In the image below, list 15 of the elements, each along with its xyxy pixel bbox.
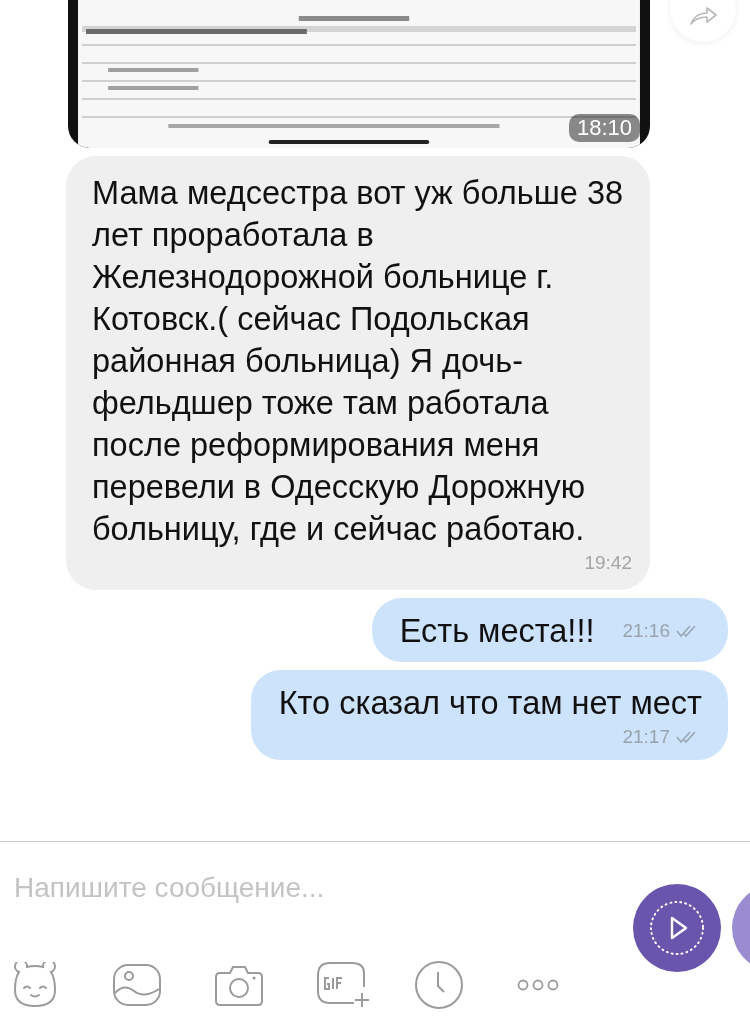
message-time: 21:17: [622, 725, 670, 749]
message-text: Кто сказал что там нет мест: [278, 684, 702, 723]
message-input[interactable]: Напишите сообщение...: [14, 868, 574, 908]
message-time: 18:10: [568, 114, 640, 142]
clock-icon[interactable]: [414, 960, 464, 1010]
camera-icon[interactable]: [214, 963, 264, 1007]
message-time: 19:42: [584, 551, 632, 575]
share-icon: [689, 7, 717, 25]
image-message[interactable]: 18:10: [68, 0, 650, 148]
message-text: Есть места!!!: [399, 612, 595, 651]
message-time: 21:16: [622, 619, 670, 643]
message-text: Мама медсестра вот уж больше 38 лет проработала в Железнодорожной больнице г. Котовск.( сейчас Подольская районная больница) Я дочь-фельдшер тоже там работала после реформирования меня перевели в Одесскую Дорожную больницу, где и сейчас работаю.: [92, 174, 625, 549]
gallery-icon[interactable]: [112, 963, 162, 1007]
gif-icon[interactable]: [316, 961, 372, 1009]
more-icon[interactable]: [516, 978, 560, 992]
